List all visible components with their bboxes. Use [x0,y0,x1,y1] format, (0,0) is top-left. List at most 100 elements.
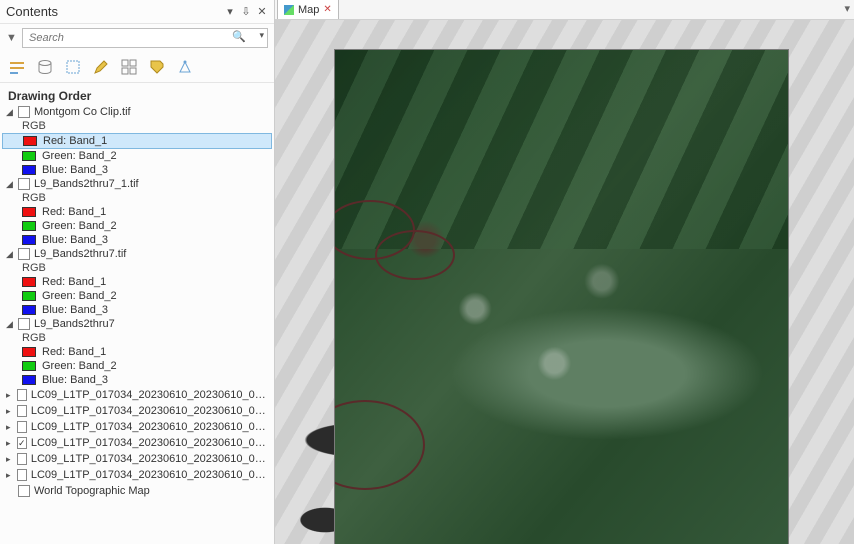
layer-header[interactable]: ◢ Montgom Co Clip.tif [0,105,274,119]
expand-icon[interactable]: ▸ [6,470,13,481]
visibility-checkbox[interactable] [17,453,27,465]
expand-icon[interactable]: ▸ [6,390,13,401]
layer-name: LC09_L1TP_017034_20230610_20230610_02_T1… [31,469,268,481]
expand-icon[interactable]: ▸ [6,438,13,449]
color-swatch [22,207,36,217]
band-row[interactable]: Red: Band_1 [0,205,274,219]
layer-header[interactable]: ◢ L9_Bands2thru7.tif [0,247,274,261]
visibility-checkbox[interactable] [18,106,30,118]
rgb-label: RGB [0,261,274,275]
list-by-selection-icon[interactable] [64,58,82,76]
band-text: Red: Band_1 [43,135,107,147]
collapse-icon[interactable]: ◢ [6,319,14,330]
river-bend [375,230,455,280]
layer-header[interactable]: ◢L9_Bands2thru7_1.tif [0,177,274,191]
band-text: Blue: Band_3 [42,374,108,386]
layer-name: LC09_L1TP_017034_20230610_20230610_02_T1… [31,453,268,465]
expand-icon[interactable]: ▸ [6,406,13,417]
color-swatch [22,375,36,385]
band-row[interactable]: Blue: Band_3 [0,303,274,317]
visibility-checkbox[interactable] [18,485,30,497]
color-swatch [22,291,36,301]
layer-name: L9_Bands2thru7.tif [34,248,126,260]
tab-close-icon[interactable]: ✕ [323,4,331,15]
band-text: Blue: Band_3 [42,304,108,316]
layer-header[interactable]: ◢ L9_Bands2thru7 [0,317,274,331]
band-row[interactable]: Red: Band_1 [0,345,274,359]
close-icon[interactable]: ✕ [256,5,268,18]
band-text: Red: Band_1 [42,346,106,358]
contents-title: Contents [6,4,220,19]
collapse-icon[interactable]: ◢ [6,107,14,118]
band-row[interactable]: Blue: Band_3 [0,163,274,177]
contents-header: Contents ▾ ⇩ ✕ [0,0,274,24]
visibility-checkbox[interactable]: ✓ [17,437,27,449]
layer-tree[interactable]: ◢Montgom Co Clip.tifRGBRed: Band_1Green:… [0,105,274,544]
color-swatch [22,235,36,245]
layer-group: ◢ L9_Bands2thru7RGBRed: Band_1 Green: Band… [0,317,274,387]
layer-name: L9_Bands2thru7 [34,318,115,330]
band-row[interactable]: Red: Band_1 [0,275,274,289]
layer-item[interactable]: ▸ LC09_L1TP_017034_20230610_20230610_02_T… [0,451,274,467]
band-text: Red: Band_1 [42,206,106,218]
list-by-labeling-icon[interactable] [148,58,166,76]
layer-item[interactable]: ▸ ✓ LC09_L1TP_017034_20230610_20230610_02_… [0,435,274,451]
expand-icon[interactable]: ▸ [6,422,13,433]
list-by-perspective-icon[interactable] [176,58,194,76]
layer-item[interactable]: ▸ LC09_L1TP_017034_20230610_20230610_02_T… [0,387,274,403]
visibility-checkbox[interactable] [17,469,27,481]
layer-item-basemap[interactable]: ▸World Topographic Map [0,483,274,499]
layer-name: LC09_L1TP_017034_20230610_20230610_02_T1… [31,437,268,449]
filter-icon[interactable]: ▼ [6,32,18,44]
layer-name: World Topographic Map [34,485,150,497]
map-icon [284,5,294,15]
search-dropdown-icon[interactable]: ▾ [259,30,264,41]
map-canvas[interactable] [275,20,854,544]
layer-group: ◢ L9_Bands2thru7.tifRGBRed: Band_1Green: … [0,247,274,317]
band-row[interactable]: Green: Band_2 [0,149,274,163]
layer-name: Montgom Co Clip.tif [34,106,131,118]
search-box: 🔍 ▾ [22,28,268,48]
list-by-data-source-icon[interactable] [36,58,54,76]
list-by-snapping-icon[interactable] [120,58,138,76]
collapse-icon[interactable]: ◢ [6,249,14,260]
pin-icon[interactable]: ⇩ [240,5,252,18]
band-row[interactable]: Blue: Band_3 [0,233,274,247]
rgb-label: RGB [0,331,274,345]
rgb-label: RGB [0,191,274,205]
visibility-checkbox[interactable] [17,389,27,401]
layer-name: LC09_L1TP_017034_20230610_20230610_02_T1… [31,389,268,401]
map-tabbar: Map ✕ ▾ [275,0,854,20]
chevron-down-icon[interactable]: ▾ [224,5,236,18]
search-icon[interactable]: 🔍 [232,30,246,43]
contents-pane: Contents ▾ ⇩ ✕ ▼ 🔍 ▾ Drawing Order ◢Mont… [0,0,275,544]
layer-name: LC09_L1TP_017034_20230610_20230610_02_T1… [31,405,268,417]
band-row[interactable]: Red: Band_1 [2,133,272,149]
list-by-drawing-order-icon[interactable] [8,58,26,76]
layer-item[interactable]: ▸LC09_L1TP_017034_20230610_20230610_02_T… [0,419,274,435]
search-input[interactable] [22,28,268,48]
tab-map[interactable]: Map ✕ [277,0,339,19]
collapse-icon[interactable]: ◢ [6,179,14,190]
band-row[interactable]: Green: Band_2 [0,359,274,373]
expand-icon[interactable]: ▸ [6,454,13,465]
map-view: Map ✕ ▾ [275,0,854,544]
list-by-editing-icon[interactable] [92,58,110,76]
satellite-overlay [335,50,788,544]
layer-item[interactable]: ▸ LC09_L1TP_017034_20230610_20230610_02_T… [0,467,274,483]
layer-item[interactable]: ▸ LC09_L1TP_017034_20230610_20230610_02_T… [0,403,274,419]
color-swatch [22,151,36,161]
band-row[interactable]: Blue: Band_3 [0,373,274,387]
rgb-label: RGB [0,119,274,133]
band-row[interactable]: Green: Band_2 [0,219,274,233]
visibility-checkbox[interactable] [18,178,30,190]
visibility-checkbox[interactable] [18,248,30,260]
visibility-checkbox[interactable] [17,405,27,417]
color-swatch [22,347,36,357]
band-row[interactable]: Green: Band_2 [0,289,274,303]
band-text: Green: Band_2 [42,360,117,372]
visibility-checkbox[interactable] [17,421,27,433]
visibility-checkbox[interactable] [18,318,30,330]
color-swatch [22,361,36,371]
restore-down-icon[interactable]: ▾ [844,2,850,15]
